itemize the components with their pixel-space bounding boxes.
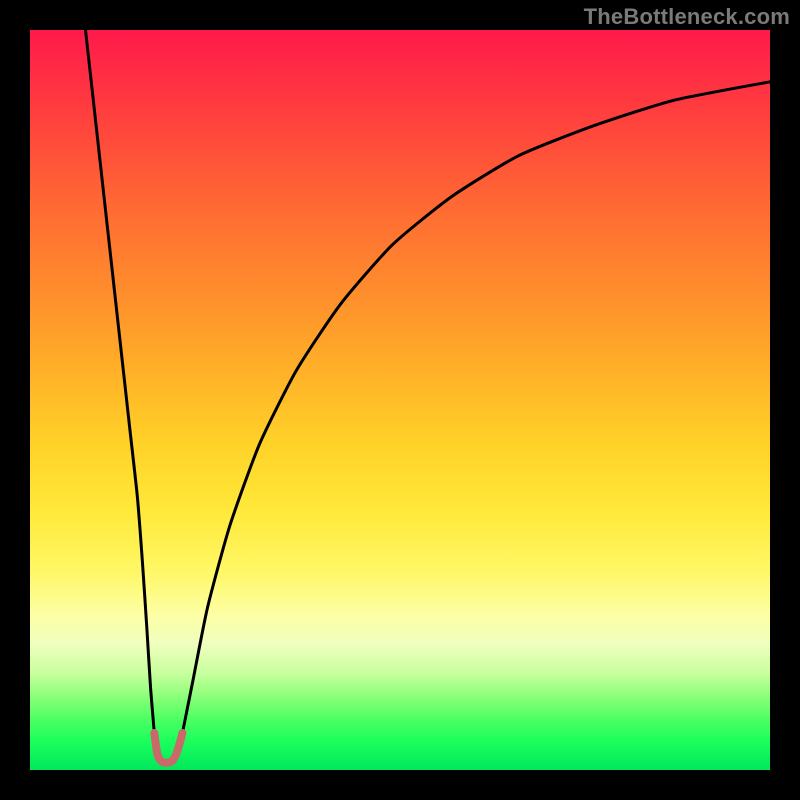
chart-frame: TheBottleneck.com	[0, 0, 800, 800]
valley-marker	[154, 733, 182, 763]
curve-layer	[30, 30, 770, 770]
plot-area	[30, 30, 770, 770]
watermark-label: TheBottleneck.com	[584, 4, 790, 30]
bottleneck-curve	[86, 30, 771, 763]
